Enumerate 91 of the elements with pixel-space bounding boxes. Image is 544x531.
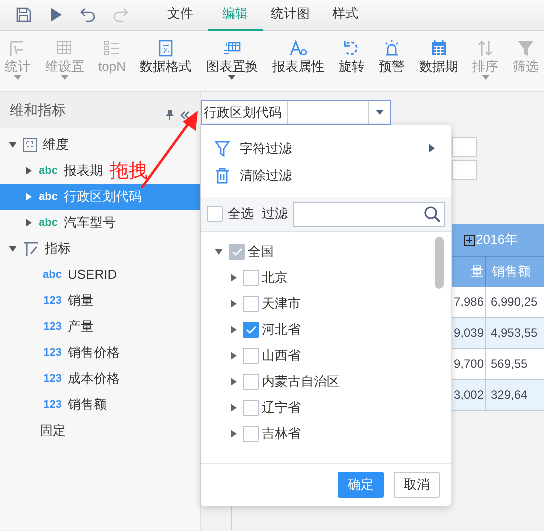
pin-icon[interactable] — [166, 110, 174, 120]
caret-icon — [60, 75, 69, 80]
tree-group-label[interactable]: 指标 — [45, 239, 71, 259]
expand-box-icon[interactable] — [464, 234, 475, 246]
expand-arrow-icon[interactable] — [231, 378, 237, 386]
caret-icon — [376, 110, 384, 115]
select-all-label: 全选 — [228, 205, 254, 224]
toolbar-button[interactable]: 预警 — [376, 31, 408, 91]
caret-icon — [228, 75, 236, 80]
search-icon — [424, 206, 441, 222]
tree-item[interactable]: 固定 — [0, 418, 68, 444]
expand-arrow-icon[interactable] — [231, 430, 237, 438]
field-type-label: 123 — [42, 372, 62, 387]
tree-item[interactable]: abc USERID — [0, 262, 120, 288]
menu-item[interactable]: 清除过滤 — [201, 162, 451, 189]
scrollbar-thumb[interactable] — [435, 237, 444, 289]
column-header: 销售额 — [491, 263, 532, 282]
font-icon — [290, 39, 308, 57]
field-dropdown[interactable]: 行政区划代码 — [201, 100, 391, 125]
alarm-light-icon — [383, 39, 402, 57]
tree-item[interactable]: 123 销售额 — [0, 392, 109, 418]
field-type-label: 123 — [42, 294, 62, 309]
expand-arrow-icon[interactable] — [231, 404, 237, 412]
trash-icon — [215, 168, 230, 184]
input-field[interactable] — [452, 137, 477, 157]
select-all-checkbox[interactable] — [207, 206, 223, 222]
expand-arrow-icon[interactable] — [26, 193, 32, 201]
toolbar-button[interactable]: 报表属性 — [270, 31, 328, 91]
table-cell: 9,039 — [452, 318, 486, 348]
menu-item[interactable]: 字符过滤 — [201, 135, 451, 162]
checkmark-icon — [246, 326, 256, 334]
play-icon[interactable] — [49, 7, 63, 23]
field-type-label: 123 — [42, 398, 62, 413]
search-field[interactable] — [293, 202, 445, 226]
toolbar-button[interactable]: 数据格式 — [137, 31, 196, 91]
expand-arrow-icon[interactable] — [26, 219, 32, 227]
toolbar-button[interactable]: 图表置换 — [203, 31, 262, 91]
submenu-arrow-icon — [429, 144, 435, 153]
field-type-label: 123 — [42, 320, 62, 335]
expand-arrow-icon[interactable] — [26, 167, 32, 175]
field-type-label: abc — [42, 268, 62, 283]
tree-item[interactable]: 123 产量 — [0, 314, 96, 340]
caret-icon — [14, 75, 22, 80]
percent-doc-icon — [157, 39, 176, 57]
table-cell: 3,002 — [452, 380, 486, 410]
tree-group-label[interactable]: 维度 — [43, 135, 69, 155]
measure-icon — [23, 241, 39, 257]
panel-title: 维和指标 — [10, 100, 66, 120]
field-type-label: abc — [38, 216, 58, 231]
toolbar-button[interactable]: 旋转 — [336, 31, 368, 91]
expand-arrow-icon[interactable] — [231, 300, 237, 308]
tree-item[interactable]: abc 汽车型号 — [0, 210, 118, 236]
tree-item[interactable]: 123 成本价格 — [0, 366, 122, 392]
table-cell-text: 6,990,25 — [490, 294, 539, 311]
checkmark-icon — [232, 248, 242, 256]
field-type-label: abc — [38, 164, 58, 179]
expand-arrow-icon[interactable] — [231, 274, 237, 282]
list-icon — [103, 39, 122, 57]
table-cell-text: 329,64 — [490, 387, 529, 404]
filter-label: 过滤 — [262, 205, 288, 224]
table-header: 2016年 — [452, 224, 544, 256]
menu-tab[interactable]: 文件 — [153, 0, 208, 30]
filter-icon — [516, 39, 535, 57]
field-type-label: abc — [38, 190, 58, 205]
caret-icon — [482, 75, 490, 80]
dimension-icon — [23, 138, 37, 152]
expand-arrow-icon[interactable] — [231, 326, 237, 334]
input-field[interactable] — [452, 160, 477, 180]
calendar-icon — [430, 39, 448, 57]
filter-icon — [215, 140, 230, 156]
expand-arrow-icon[interactable] — [231, 352, 237, 360]
tree-item[interactable]: 123 销售价格 — [0, 340, 122, 366]
annotation-text: 拖拽 — [110, 160, 148, 182]
field-type-label: 123 — [42, 346, 62, 361]
table-cell-text: 4,953,55 — [490, 325, 539, 342]
table-icon — [56, 39, 74, 57]
collapse-arrow-icon[interactable] — [9, 142, 17, 148]
save-icon[interactable] — [16, 7, 32, 23]
tree-item[interactable]: abc 报表期 — [0, 158, 105, 184]
collapse-icon[interactable] — [180, 110, 190, 120]
toolbar-button[interactable]: 数据期 — [416, 31, 462, 91]
table-cell: 9,700 — [452, 349, 486, 379]
table-cell-text: 569,55 — [490, 356, 529, 373]
undo-icon[interactable] — [80, 8, 96, 22]
table-cell: 7,986 — [452, 287, 486, 317]
sort-icon — [476, 39, 495, 57]
collapse-arrow-icon[interactable] — [9, 246, 17, 252]
menu-tab[interactable]: 统计图 — [263, 0, 318, 30]
tree-item[interactable]: 123 销量 — [0, 288, 96, 314]
cancel-button[interactable]: 取消 — [394, 472, 440, 498]
menu-tab[interactable]: 样式 — [318, 0, 373, 30]
